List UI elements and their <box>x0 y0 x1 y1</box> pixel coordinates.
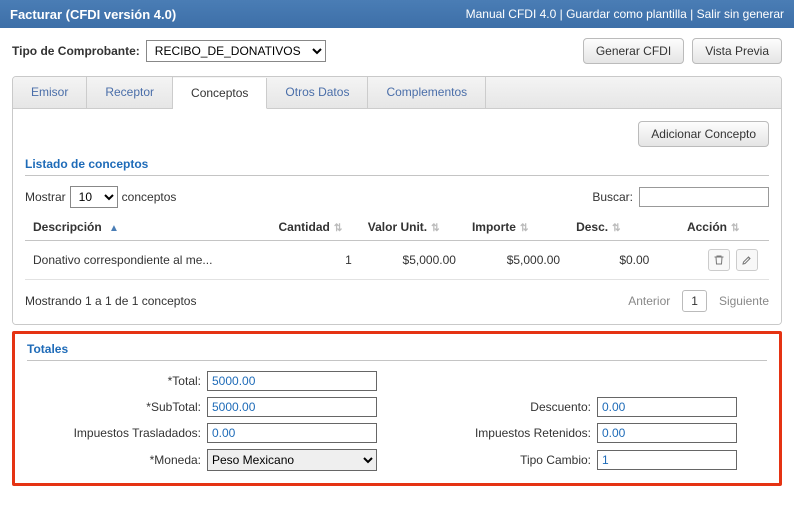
edit-icon[interactable] <box>736 249 758 271</box>
table-row: Donativo correspondiente al me... 1 $5,0… <box>25 241 769 280</box>
cell-descripcion: Donativo correspondiente al me... <box>25 241 271 280</box>
input-trasladados[interactable] <box>207 423 377 443</box>
lbl-trasladados: Impuestos Trasladados: <box>27 426 207 440</box>
input-subtotal[interactable] <box>207 397 377 417</box>
buscar-label: Buscar: <box>592 190 633 204</box>
tab-emisor[interactable]: Emisor <box>13 77 87 108</box>
search-input[interactable] <box>639 187 769 207</box>
pager-next[interactable]: Siguiente <box>719 294 769 308</box>
select-moneda[interactable]: Peso Mexicano <box>207 449 377 471</box>
lbl-descuento: Descuento: <box>467 400 597 414</box>
lbl-tipo-cambio: Tipo Cambio: <box>467 453 597 467</box>
cell-acciones <box>657 241 769 280</box>
lbl-moneda: *Moneda: <box>27 453 207 467</box>
pager-page[interactable]: 1 <box>682 290 707 312</box>
vista-previa-button[interactable]: Vista Previa <box>692 38 782 64</box>
totales-panel: Totales *Total: *SubTotal: Descuento: Im… <box>12 331 782 486</box>
link-manual[interactable]: Manual CFDI 4.0 <box>466 7 557 21</box>
sort-icon: ⇅ <box>334 223 342 234</box>
pager-prev[interactable]: Anterior <box>628 294 670 308</box>
tab-receptor[interactable]: Receptor <box>87 77 173 108</box>
col-importe[interactable]: Importe⇅ <box>464 214 568 241</box>
input-retenidos[interactable] <box>597 423 737 443</box>
generar-cfdi-button[interactable]: Generar CFDI <box>583 38 684 64</box>
totales-title: Totales <box>27 342 767 361</box>
sort-icon: ⇅ <box>731 223 739 234</box>
pager-info: Mostrando 1 a 1 de 1 conceptos <box>25 294 196 308</box>
mostrar-post: conceptos <box>122 190 177 204</box>
delete-icon[interactable] <box>708 249 730 271</box>
mostrar-pre: Mostrar <box>25 190 66 204</box>
conceptos-table: Descripción ▲ Cantidad⇅ Valor Unit.⇅ Imp… <box>25 214 769 280</box>
link-save-template[interactable]: Guardar como plantilla <box>566 7 687 21</box>
sort-icon: ⇅ <box>431 223 439 234</box>
window-title: Facturar (CFDI versión 4.0) <box>10 7 176 22</box>
tab-otros-datos[interactable]: Otros Datos <box>267 77 368 108</box>
page-size-select[interactable]: 10 <box>70 186 118 208</box>
tab-complementos[interactable]: Complementos <box>368 77 486 108</box>
listado-title: Listado de conceptos <box>25 157 769 176</box>
cell-desc: $0.00 <box>568 241 657 280</box>
input-total[interactable] <box>207 371 377 391</box>
col-descripcion[interactable]: Descripción ▲ <box>25 214 271 241</box>
col-valor-unit[interactable]: Valor Unit.⇅ <box>360 214 464 241</box>
sort-icon: ⇅ <box>520 223 528 234</box>
sort-asc-icon: ▲ <box>109 223 119 234</box>
header-links: Manual CFDI 4.0 | Guardar como plantilla… <box>466 7 784 21</box>
cell-cantidad: 1 <box>271 241 360 280</box>
col-accion[interactable]: Acción⇅ <box>657 214 769 241</box>
input-tipo-cambio[interactable] <box>597 450 737 470</box>
cell-importe: $5,000.00 <box>464 241 568 280</box>
main-panel: Emisor Receptor Conceptos Otros Datos Co… <box>12 76 782 325</box>
tipo-comprobante-select[interactable]: RECIBO_DE_DONATIVOS <box>146 40 326 62</box>
top-row: Tipo de Comprobante: RECIBO_DE_DONATIVOS… <box>0 28 794 70</box>
sort-icon: ⇅ <box>612 223 620 234</box>
input-descuento[interactable] <box>597 397 737 417</box>
tab-conceptos[interactable]: Conceptos <box>173 78 267 109</box>
cell-valor-unit: $5,000.00 <box>360 241 464 280</box>
tab-bar: Emisor Receptor Conceptos Otros Datos Co… <box>13 77 781 109</box>
lbl-total: *Total: <box>27 374 207 388</box>
link-exit[interactable]: Salir sin generar <box>697 7 784 21</box>
window-header: Facturar (CFDI versión 4.0) Manual CFDI … <box>0 0 794 28</box>
lbl-subtotal: *SubTotal: <box>27 400 207 414</box>
col-desc[interactable]: Desc.⇅ <box>568 214 657 241</box>
tipo-label: Tipo de Comprobante: <box>12 44 140 58</box>
lbl-retenidos: Impuestos Retenidos: <box>467 426 597 440</box>
col-cantidad[interactable]: Cantidad⇅ <box>271 214 360 241</box>
adicionar-concepto-button[interactable]: Adicionar Concepto <box>638 121 769 147</box>
